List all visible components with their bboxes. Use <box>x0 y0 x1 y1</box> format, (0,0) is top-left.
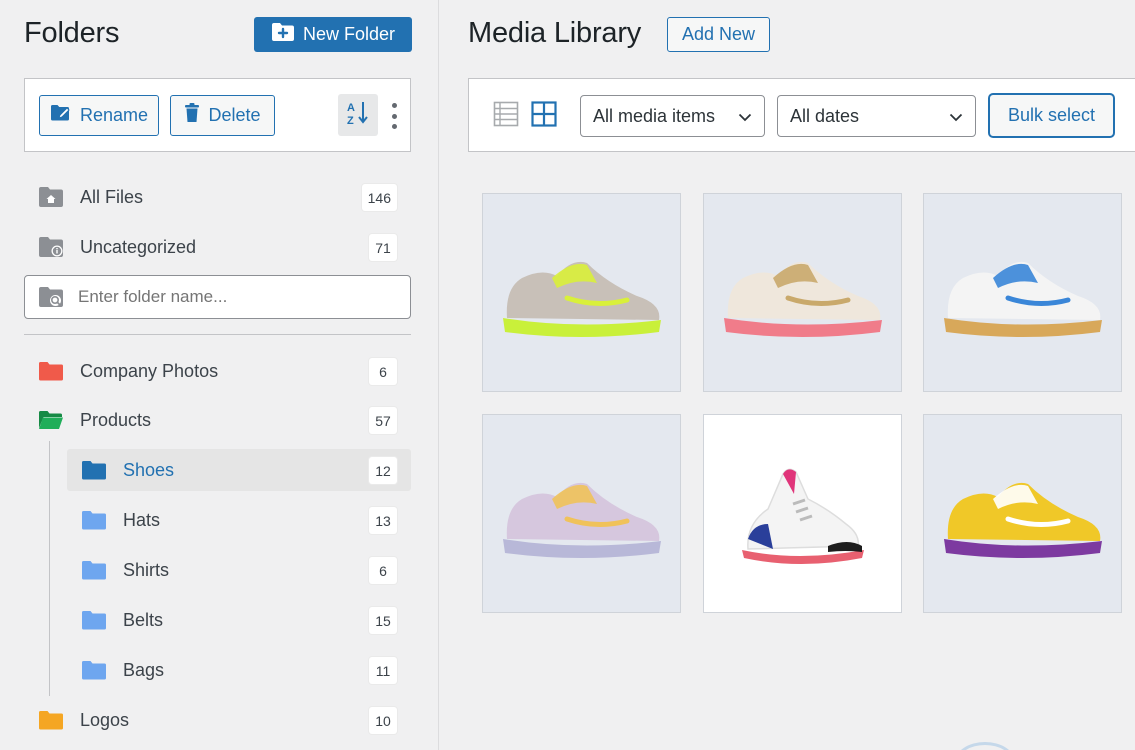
folder-count: 71 <box>369 234 397 261</box>
decorative-circle <box>955 742 1015 750</box>
folder-search[interactable] <box>24 275 411 319</box>
folder-shirts[interactable]: Shirts 6 <box>67 549 411 591</box>
folder-icon <box>38 709 64 731</box>
sneaker-image <box>502 261 661 337</box>
folder-search-input[interactable] <box>78 287 378 307</box>
folder-count: 57 <box>369 407 397 434</box>
media-tile[interactable] <box>703 414 902 613</box>
folder-company-photos[interactable]: Company Photos 6 <box>24 350 411 392</box>
delete-label: Delete <box>208 105 261 125</box>
new-folder-label: New Folder <box>302 24 396 44</box>
folder-icon <box>81 459 107 481</box>
list-view-icon[interactable] <box>491 99 521 129</box>
folder-search-icon <box>38 286 64 308</box>
folder-count: 13 <box>369 507 397 534</box>
media-tile[interactable] <box>923 193 1122 392</box>
media-tile[interactable] <box>482 414 681 613</box>
folder-count: 11 <box>369 657 397 684</box>
sneaker-image <box>943 482 1102 558</box>
kebab-menu-icon[interactable] <box>389 103 399 129</box>
sneaker-image <box>502 482 661 558</box>
media-tile[interactable] <box>703 193 902 392</box>
tree-line <box>49 441 50 696</box>
add-new-button[interactable]: Add New <box>667 17 770 52</box>
folders-title: Folders <box>24 17 120 49</box>
svg-text:Z: Z <box>347 115 354 126</box>
svg-text:A: A <box>347 102 355 114</box>
folder-label: Company Photos <box>80 360 219 381</box>
date-select[interactable]: All dates <box>777 95 976 137</box>
folder-label: Products <box>80 409 152 430</box>
folder-icon <box>38 360 64 382</box>
date-value: All dates <box>790 105 860 126</box>
media-library-title: Media Library <box>468 17 642 49</box>
chevron-down-icon <box>738 106 752 127</box>
folder-label: Shirts <box>123 559 170 580</box>
info-folder-icon <box>38 236 64 258</box>
sneaker-image <box>741 468 864 564</box>
folder-hats[interactable]: Hats 13 <box>67 499 411 541</box>
folder-label: Logos <box>80 709 130 730</box>
folder-logos[interactable]: Logos 10 <box>24 699 411 741</box>
home-folder-icon <box>38 186 64 208</box>
sort-alpha-icon: A Z <box>346 100 370 131</box>
edit-folder-icon <box>50 104 72 127</box>
rename-label: Rename <box>79 105 149 125</box>
folder-label: Hats <box>123 509 161 530</box>
folder-icon <box>81 509 107 531</box>
folder-label: Bags <box>123 659 165 680</box>
folder-count: 6 <box>369 557 397 584</box>
folder-products[interactable]: Products 57 <box>24 399 411 441</box>
sneaker-image <box>943 261 1102 337</box>
folder-icon <box>81 659 107 681</box>
sneaker-image <box>723 261 882 337</box>
folder-icon <box>81 609 107 631</box>
sort-button[interactable]: A Z <box>338 94 378 136</box>
delete-button[interactable]: Delete <box>170 95 275 136</box>
folder-icon <box>81 559 107 581</box>
folder-label: Belts <box>123 609 164 630</box>
folder-belts[interactable]: Belts 15 <box>67 599 411 641</box>
new-folder-button[interactable]: New Folder <box>254 17 412 52</box>
folder-count: 146 <box>361 184 397 211</box>
add-folder-icon <box>271 22 295 47</box>
grid-view-icon[interactable] <box>529 99 559 129</box>
folder-label: Shoes <box>123 459 175 480</box>
media-filter-bar: All media items All dates Bulk select <box>468 78 1135 152</box>
folders-panel: Folders New Folder Rename Delete A Z All… <box>0 0 439 750</box>
folder-count: 12 <box>369 457 397 484</box>
folder-label: Uncategorized <box>80 236 197 257</box>
folder-uncategorized[interactable]: Uncategorized 71 <box>24 226 411 268</box>
media-type-select[interactable]: All media items <box>580 95 765 137</box>
chevron-down-icon <box>949 106 963 127</box>
folder-count: 6 <box>369 358 397 385</box>
media-tile[interactable] <box>482 193 681 392</box>
folder-toolbar: Rename Delete A Z <box>24 78 411 152</box>
folder-shoes[interactable]: Shoes 12 <box>67 449 411 491</box>
media-type-value: All media items <box>593 105 716 126</box>
folder-all-files[interactable]: All Files 146 <box>24 176 411 218</box>
media-tile[interactable] <box>923 414 1122 613</box>
divider <box>24 334 411 335</box>
folder-count: 15 <box>369 607 397 634</box>
folder-bags[interactable]: Bags 11 <box>67 649 411 691</box>
bulk-select-button[interactable]: Bulk select <box>989 94 1114 137</box>
trash-icon <box>184 103 200 128</box>
folder-open-icon <box>38 409 64 431</box>
folder-count: 10 <box>369 707 397 734</box>
rename-button[interactable]: Rename <box>39 95 159 136</box>
